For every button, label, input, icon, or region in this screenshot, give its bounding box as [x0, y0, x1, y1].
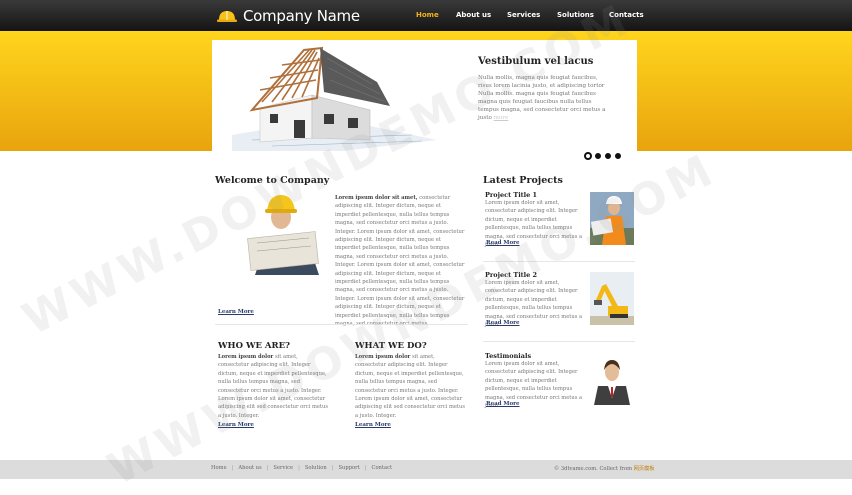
slider-dot-3[interactable]	[604, 152, 612, 160]
who-learn-more[interactable]: Learn More	[218, 422, 254, 428]
what-learn-more[interactable]: Learn More	[355, 422, 391, 428]
footer-link-support[interactable]: Support	[338, 465, 359, 471]
divider	[483, 341, 635, 342]
house-construction-image	[232, 46, 437, 151]
hero-title: Vestibulum vel lacus	[478, 56, 594, 67]
nav-solutions[interactable]: Solutions	[557, 11, 594, 19]
footer-link-home[interactable]: Home	[211, 465, 227, 471]
hero-text: Nulla mollis, magna quis feugiat faucibu…	[478, 75, 606, 121]
hero-more-link[interactable]: more	[494, 115, 509, 121]
slider-dot-1[interactable]	[584, 152, 592, 160]
slider-dot-4[interactable]	[614, 152, 622, 160]
project-1-image	[590, 192, 634, 245]
project-2-read-more[interactable]: Read More	[486, 320, 520, 326]
what-title: WHAT WE DO?	[355, 341, 427, 351]
project-2-title: Project Title 2	[485, 271, 538, 279]
project-1-read-more[interactable]: Read More	[486, 240, 520, 246]
hard-hat-icon	[217, 11, 237, 22]
nav-services[interactable]: Services	[507, 11, 540, 19]
latest-projects-title: Latest Projects	[483, 175, 563, 186]
project-1-title: Project Title 1	[485, 191, 538, 199]
slider-pagination	[584, 152, 622, 160]
footer-link-contact[interactable]: Contact	[371, 465, 392, 471]
logo[interactable]: Company Name	[216, 6, 360, 26]
logo-text: Company Name	[243, 7, 360, 25]
nav-contacts[interactable]: Contacts	[609, 11, 644, 19]
footer-copyright-link[interactable]: 网页模板	[634, 466, 655, 472]
what-text: Lorem ipsum dolor sit amet, consectetur …	[355, 354, 466, 419]
welcome-title: Welcome to Company	[215, 175, 330, 186]
testimonials-read-more[interactable]: Read More	[486, 401, 520, 407]
footer-link-solution[interactable]: Solution	[305, 465, 327, 471]
slider-dot-2[interactable]	[594, 152, 602, 160]
footer-link-service[interactable]: Service	[273, 465, 293, 471]
who-text: Lorem ipsum dolor sit amet, consectetur …	[218, 354, 329, 419]
welcome-text-right: Lorem ipsum dolor sit amet, consectetur …	[335, 195, 465, 327]
testimonials-title: Testimonials	[485, 352, 532, 360]
project-2-image	[590, 272, 634, 325]
engineer-image	[247, 193, 325, 275]
nav-about-us[interactable]: About us	[456, 11, 491, 19]
who-title: WHO WE ARE?	[218, 341, 291, 351]
footer-copyright: © 3dtvame.com. Collect from 网页模板	[554, 466, 655, 472]
welcome-learn-more[interactable]: Learn More	[218, 309, 254, 315]
footer-links: Home | About us | Service | Solution | Suppo…	[211, 465, 393, 471]
divider	[215, 324, 468, 325]
divider	[483, 261, 635, 262]
footer	[0, 460, 852, 479]
nav-home[interactable]: Home	[416, 11, 439, 19]
testimonial-person-image	[590, 352, 634, 405]
footer-link-about-us[interactable]: About us	[238, 465, 261, 471]
